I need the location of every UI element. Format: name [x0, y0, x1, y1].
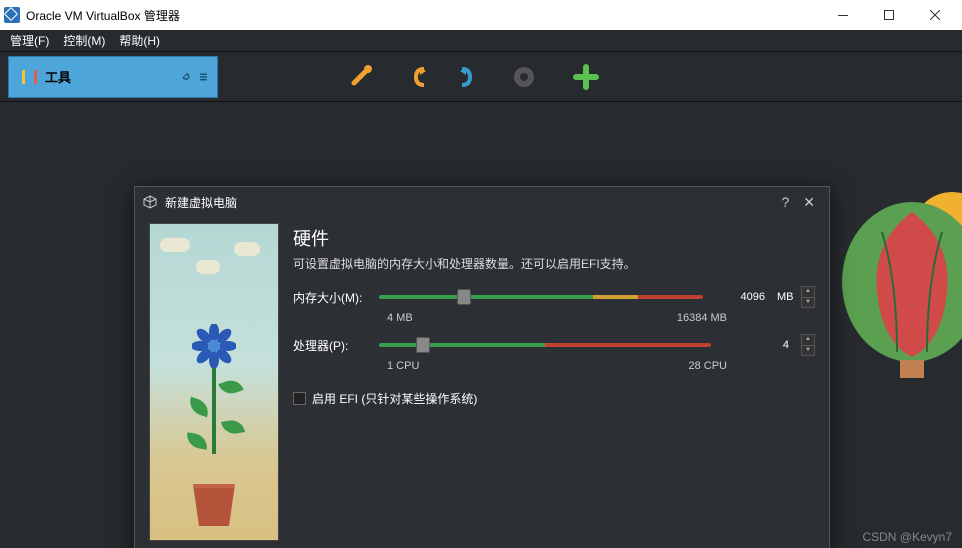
- cpu-label: 处理器(P):: [293, 337, 371, 354]
- export-icon[interactable]: [408, 61, 440, 93]
- settings-icon[interactable]: [346, 61, 378, 93]
- cpu-min-tick: 1 CPU: [387, 360, 419, 372]
- memory-value[interactable]: 4096: [711, 289, 769, 305]
- memory-spinner[interactable]: ▲▼: [801, 286, 815, 308]
- window-title: Oracle VM VirtualBox 管理器: [26, 7, 180, 24]
- toolbar: 工具: [0, 52, 962, 102]
- gear-icon[interactable]: [508, 61, 540, 93]
- close-button[interactable]: [912, 0, 958, 30]
- minimize-button[interactable]: [820, 0, 866, 30]
- dialog-footer: 帮助(H) 返回(B) 下一步(N) 取消(C): [135, 541, 829, 548]
- memory-min-tick: 4 MB: [387, 312, 413, 324]
- menubar: 管理(F) 控制(M) 帮助(H): [0, 30, 962, 52]
- memory-unit: MB: [777, 291, 793, 303]
- efi-label: 启用 EFI (只针对某些操作系统): [312, 390, 477, 407]
- dialog-titlebar: 新建虚拟电脑 ? ✕: [135, 187, 829, 217]
- tools-label: 工具: [45, 67, 71, 86]
- tools-icon: [17, 66, 45, 88]
- hardware-form: 硬件 可设置虚拟电脑的内存大小和处理器数量。还可以启用EFI支持。 内存大小(M…: [293, 223, 815, 541]
- cpu-value[interactable]: 4: [719, 337, 793, 353]
- content-area: 新建虚拟电脑 ? ✕: [0, 102, 962, 548]
- maximize-button[interactable]: [866, 0, 912, 30]
- memory-slider[interactable]: [379, 287, 703, 307]
- dialog-close-icon[interactable]: ✕: [803, 194, 815, 211]
- dialog-icon: [143, 195, 157, 209]
- section-title: 硬件: [293, 225, 815, 251]
- add-icon[interactable]: [570, 61, 602, 93]
- list-icon[interactable]: [198, 70, 209, 84]
- main-titlebar: Oracle VM VirtualBox 管理器: [0, 0, 962, 30]
- watermark: CSDN @Kevyn7: [862, 530, 952, 544]
- memory-max-tick: 16384 MB: [677, 312, 727, 324]
- pin-icon[interactable]: [181, 70, 192, 84]
- cpu-spinner[interactable]: ▲▼: [801, 334, 815, 356]
- tools-tile[interactable]: 工具: [8, 56, 218, 98]
- menu-machine[interactable]: 控制(M): [57, 32, 111, 49]
- memory-label: 内存大小(M):: [293, 289, 371, 306]
- dialog-title-text: 新建虚拟电脑: [165, 194, 237, 211]
- app-icon: [4, 7, 20, 23]
- menu-file[interactable]: 管理(F): [4, 32, 55, 49]
- menu-help[interactable]: 帮助(H): [113, 32, 166, 49]
- import-icon[interactable]: [446, 61, 478, 93]
- background-illustration: [822, 182, 962, 402]
- section-description: 可设置虚拟电脑的内存大小和处理器数量。还可以启用EFI支持。: [293, 255, 815, 272]
- efi-checkbox[interactable]: [293, 392, 306, 405]
- new-vm-dialog: 新建虚拟电脑 ? ✕: [134, 186, 830, 548]
- cpu-max-tick: 28 CPU: [688, 360, 727, 372]
- dialog-help-icon[interactable]: ?: [781, 194, 789, 211]
- wizard-illustration: [149, 223, 279, 541]
- cpu-slider[interactable]: [379, 335, 711, 355]
